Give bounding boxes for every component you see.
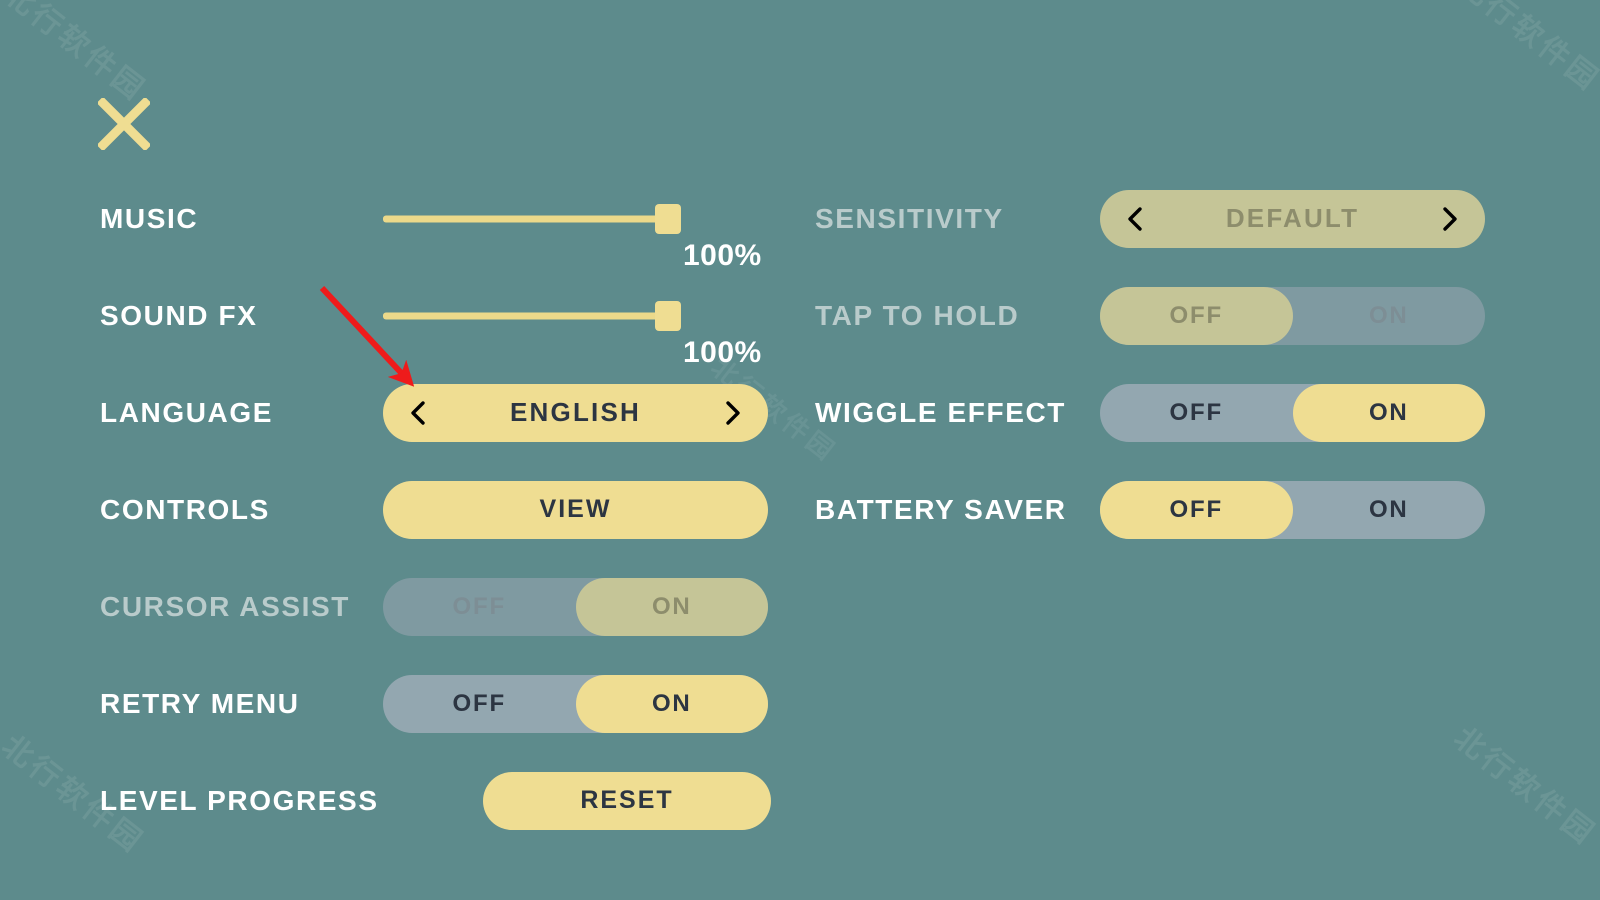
setting-row-cursor-assist: CURSOR ASSIST OFF ON (100, 558, 780, 655)
slider-knob[interactable] (655, 300, 681, 331)
watermark: 北行软件园 (1451, 0, 1600, 99)
setting-control-retry-menu: OFF ON (383, 674, 768, 733)
toggle-retry-menu[interactable]: OFF ON (383, 674, 768, 733)
setting-control-sound-fx: 100% (383, 296, 761, 369)
setting-label-music: MUSIC (100, 202, 199, 234)
slider-fill (383, 312, 668, 319)
setting-label-level-progress: LEVEL PROGRESS (100, 784, 379, 816)
setting-control-level-progress: RESET (383, 771, 771, 830)
chevron-left-icon (1122, 202, 1148, 236)
watermark: 北行软件园 (0, 0, 153, 109)
setting-control-tap-to-hold: OFF ON (1100, 286, 1485, 345)
setting-row-retry-menu: RETRY MENU OFF ON (100, 655, 780, 752)
settings-screen: 北行软件园 北行软件园 北行软件园 北行软件园 北行软件园 MUSIC 100% S… (0, 0, 1600, 900)
chevron-right-icon[interactable] (720, 396, 746, 430)
stepper-sensitivity: DEFAULT (1100, 189, 1485, 248)
setting-control-music: 100% (383, 199, 761, 272)
toggle-option-off-battery-saver[interactable]: OFF (1100, 480, 1293, 539)
slider-knob[interactable] (655, 203, 681, 234)
slider-sound-fx[interactable] (383, 296, 681, 336)
setting-row-sensitivity: SENSITIVITY DEFAULT (815, 170, 1505, 267)
toggle-option-off-tap-to-hold: OFF (1100, 286, 1293, 345)
setting-label-controls: CONTROLS (100, 493, 270, 525)
settings-column-left: MUSIC 100% SOUND FX 100% LANGUAGE ENGLISH CONT… (100, 170, 780, 849)
setting-label-battery-saver: BATTERY SAVER (815, 493, 1067, 525)
setting-control-battery-saver: OFF ON (1100, 480, 1486, 539)
setting-control-cursor-assist: OFF ON (383, 577, 768, 636)
reset-button[interactable]: RESET (483, 771, 771, 830)
setting-row-tap-to-hold: TAP TO HOLD OFF ON (815, 267, 1505, 364)
setting-label-retry-menu: RETRY MENU (100, 687, 300, 719)
setting-label-sound-fx: SOUND FX (100, 299, 258, 331)
setting-label-sensitivity: SENSITIVITY (815, 202, 1004, 234)
chevron-left-icon[interactable] (405, 396, 431, 430)
slider-fill (383, 215, 668, 222)
setting-row-wiggle-effect: WIGGLE EFFECT OFF ON (815, 364, 1505, 461)
setting-row-battery-saver: BATTERY SAVER OFF ON (815, 461, 1505, 558)
stepper-value-sensitivity: DEFAULT (1225, 203, 1360, 233)
toggle-wiggle-effect[interactable]: OFF ON (1100, 383, 1485, 442)
toggle-option-on-cursor-assist: ON (575, 577, 768, 636)
close-button[interactable] (98, 98, 150, 150)
toggle-option-on-wiggle-effect[interactable]: ON (1292, 383, 1485, 442)
toggle-battery-saver[interactable]: OFF ON (1100, 480, 1486, 539)
setting-control-controls: VIEW (383, 480, 768, 539)
setting-row-level-progress: LEVEL PROGRESS RESET (100, 752, 780, 849)
slider-music[interactable] (383, 199, 681, 239)
setting-row-music: MUSIC 100% (100, 170, 780, 272)
toggle-option-on-battery-saver[interactable]: ON (1293, 481, 1486, 539)
stepper-language[interactable]: ENGLISH (383, 383, 768, 442)
setting-label-language: LANGUAGE (100, 396, 274, 428)
toggle-option-off-wiggle-effect[interactable]: OFF (1100, 384, 1293, 442)
close-icon (98, 98, 150, 150)
chevron-right-icon (1437, 202, 1463, 236)
setting-row-language: LANGUAGE ENGLISH (100, 364, 780, 461)
toggle-option-on-tap-to-hold: ON (1368, 301, 1409, 329)
toggle-option-off-retry-menu[interactable]: OFF (383, 675, 576, 733)
watermark: 北行软件园 (1447, 720, 1600, 853)
toggle-option-off-cursor-assist: OFF (452, 592, 506, 620)
toggle-tap-to-hold: OFF ON (1100, 286, 1485, 345)
toggle-cursor-assist: OFF ON (383, 577, 768, 636)
view-button[interactable]: VIEW (383, 480, 768, 539)
toggle-option-on-retry-menu[interactable]: ON (575, 674, 768, 733)
setting-label-tap-to-hold: TAP TO HOLD (815, 299, 1020, 331)
settings-column-right: SENSITIVITY DEFAULT TAP TO HOLD OFF ON WIGGLE… (815, 170, 1505, 558)
setting-control-sensitivity: DEFAULT (1100, 189, 1485, 248)
setting-row-controls: CONTROLS VIEW (100, 461, 780, 558)
setting-control-wiggle-effect: OFF ON (1100, 383, 1485, 442)
setting-row-sound-fx: SOUND FX 100% (100, 267, 780, 369)
setting-label-wiggle-effect: WIGGLE EFFECT (815, 396, 1067, 428)
stepper-value-language: ENGLISH (510, 397, 641, 427)
setting-control-language: ENGLISH (383, 383, 768, 442)
setting-label-cursor-assist: CURSOR ASSIST (100, 590, 351, 622)
